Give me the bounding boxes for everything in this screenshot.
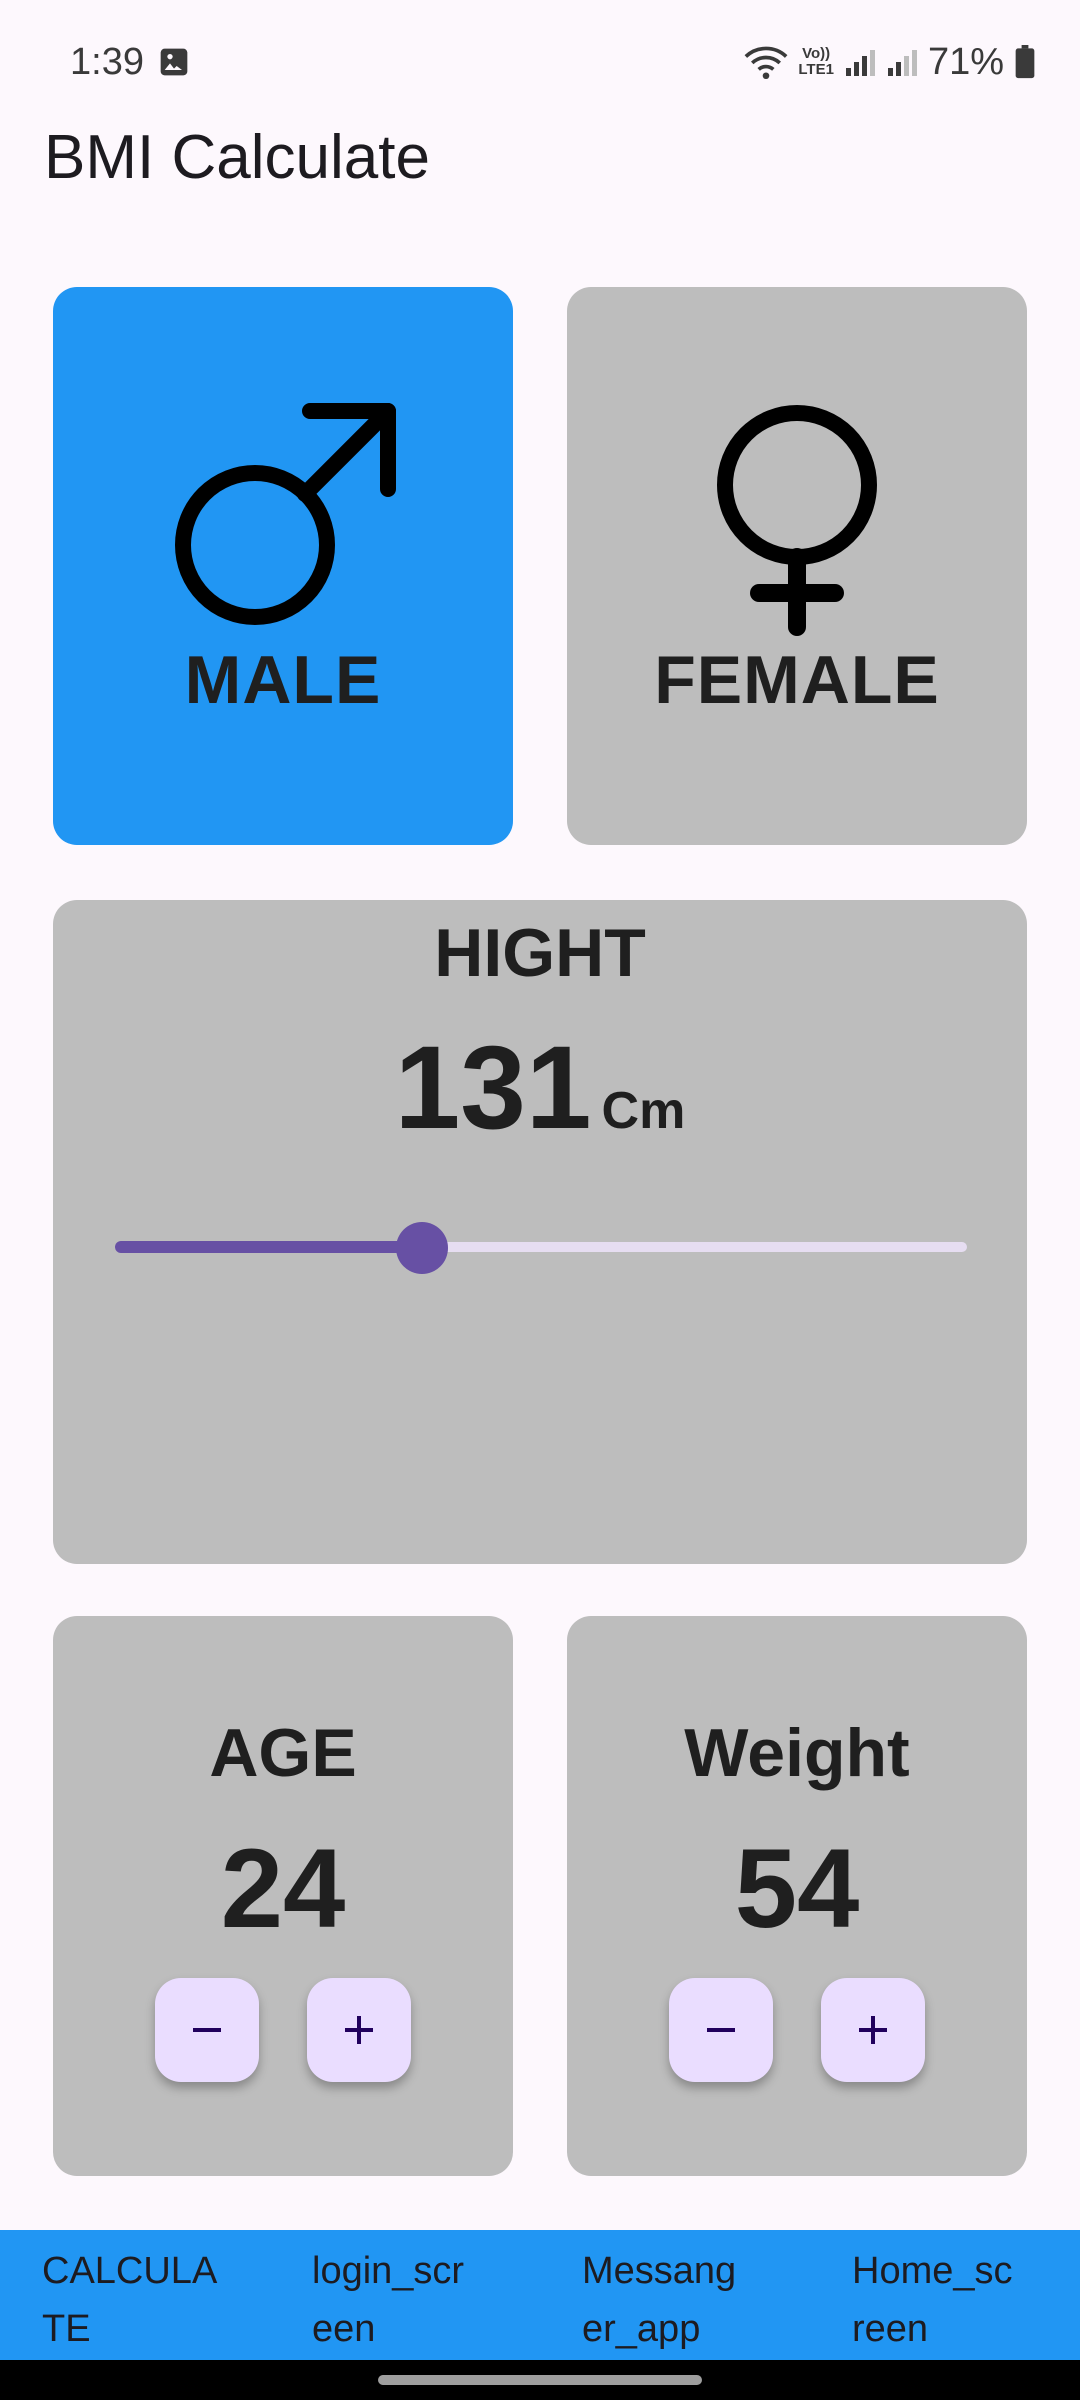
status-time: 1:39 bbox=[70, 40, 144, 83]
weight-decrement-button[interactable] bbox=[669, 1978, 773, 2082]
signal-icon bbox=[844, 46, 876, 78]
weight-title: Weight bbox=[684, 1715, 910, 1791]
system-nav-bar bbox=[0, 2360, 1080, 2400]
minus-icon bbox=[707, 2028, 735, 2032]
age-decrement-button[interactable] bbox=[155, 1978, 259, 2082]
slider-active-track bbox=[115, 1241, 422, 1253]
page-title: BMI Calculate bbox=[44, 123, 430, 192]
tab-home-screen[interactable]: Home_sc reen bbox=[810, 2230, 1080, 2360]
tab-label-line1: Messang bbox=[582, 2250, 737, 2292]
slider-thumb[interactable] bbox=[395, 1222, 448, 1274]
female-card[interactable]: FEMALE bbox=[567, 287, 1027, 845]
image-icon bbox=[158, 46, 190, 78]
tab-label-line2: reen bbox=[852, 2308, 929, 2350]
status-bar: 1:39 Vo)) LTE1 71% bbox=[0, 0, 1080, 124]
tab-calculate[interactable]: CALCULA TE bbox=[0, 2230, 270, 2360]
volte-top: Vo)) bbox=[802, 45, 831, 62]
bottom-tab-bar: CALCULA TE login_scr een Messang er_app … bbox=[0, 2230, 1080, 2360]
tab-label-line2: TE bbox=[42, 2308, 91, 2350]
volte-bottom: LTE1 bbox=[798, 61, 834, 78]
tab-label-line1: login_scr bbox=[312, 2250, 465, 2292]
plus-icon bbox=[345, 2016, 373, 2044]
age-card: AGE 24 bbox=[53, 1616, 513, 2176]
tab-label-line2: een bbox=[312, 2308, 376, 2350]
battery-percent: 71% bbox=[927, 40, 1004, 83]
battery-icon bbox=[1014, 45, 1036, 79]
weight-increment-button[interactable] bbox=[821, 1978, 925, 2082]
plus-icon bbox=[859, 2016, 887, 2044]
male-card[interactable]: MALE bbox=[53, 287, 513, 845]
tab-label-line1: CALCULA bbox=[42, 2250, 218, 2292]
age-increment-button[interactable] bbox=[307, 1978, 411, 2082]
wifi-icon bbox=[744, 43, 788, 81]
status-right: Vo)) LTE1 71% bbox=[744, 41, 1036, 84]
tab-messanger-app[interactable]: Messang er_app bbox=[540, 2230, 810, 2360]
tab-label-line1: Home_sc bbox=[852, 2250, 1013, 2292]
height-card: HIGHT 131 Cm bbox=[53, 900, 1027, 1564]
signal-icon-2 bbox=[886, 46, 918, 78]
height-value: 131 bbox=[394, 1022, 592, 1154]
tab-label-line2: er_app bbox=[582, 2308, 701, 2350]
height-value-row: 131 Cm bbox=[53, 1020, 1027, 1156]
tab-login-screen[interactable]: login_scr een bbox=[270, 2230, 540, 2360]
status-left: 1:39 bbox=[70, 41, 190, 84]
female-label: FEMALE bbox=[654, 642, 940, 718]
volte-icon: Vo)) LTE1 bbox=[798, 46, 834, 78]
height-slider[interactable] bbox=[115, 1216, 967, 1276]
height-title: HIGHT bbox=[434, 915, 646, 991]
minus-icon bbox=[193, 2028, 221, 2032]
home-gesture-handle[interactable] bbox=[378, 2375, 702, 2385]
weight-stepper bbox=[567, 1978, 1027, 2082]
age-stepper bbox=[53, 1978, 513, 2082]
age-title: AGE bbox=[209, 1715, 357, 1791]
weight-card: Weight 54 bbox=[567, 1616, 1027, 2176]
female-icon bbox=[717, 405, 877, 636]
weight-value: 54 bbox=[734, 1826, 860, 1951]
height-unit: Cm bbox=[601, 1082, 686, 1140]
male-icon bbox=[175, 403, 396, 625]
male-label: MALE bbox=[184, 642, 382, 718]
age-value: 24 bbox=[220, 1826, 346, 1951]
